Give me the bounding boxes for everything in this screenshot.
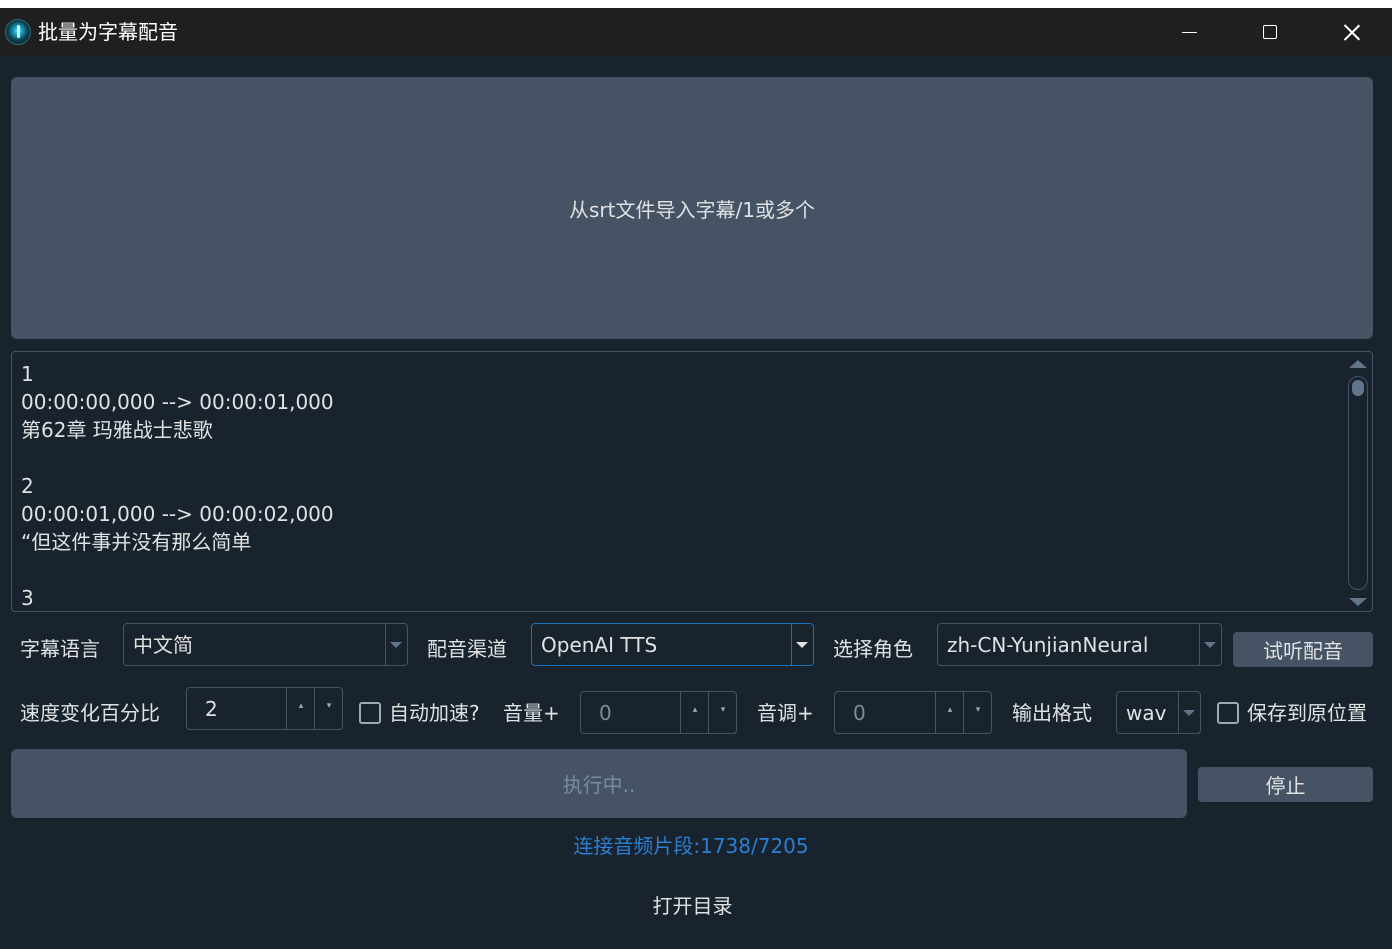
output-format-value: wav xyxy=(1126,701,1167,725)
pitch-spinbox[interactable]: 0 xyxy=(834,691,992,734)
pitch-down-arrow-icon[interactable] xyxy=(963,692,992,733)
subtitle-language-select[interactable]: 中文简 xyxy=(123,623,408,666)
volume-down-arrow-icon[interactable] xyxy=(708,692,737,733)
role-value: zh-CN-YunjianNeural xyxy=(947,633,1149,657)
subtitle-language-label: 字幕语言 xyxy=(20,637,100,661)
status-text: 连接音频片段:1738/7205 xyxy=(573,834,809,858)
title-bar: 批量为字幕配音 xyxy=(0,8,1392,56)
role-select[interactable]: zh-CN-YunjianNeural xyxy=(937,623,1222,666)
tts-channel-select[interactable]: OpenAI TTS xyxy=(531,623,814,666)
srt-text-content: 1 00:00:00,000 --> 00:00:01,000 第62章 玛雅战… xyxy=(21,360,1341,608)
role-label: 选择角色 xyxy=(833,637,913,661)
maximize-icon xyxy=(1263,25,1277,39)
output-format-label: 输出格式 xyxy=(1012,701,1092,725)
volume-label: 音量+ xyxy=(503,701,560,725)
open-directory-link[interactable]: 打开目录 xyxy=(0,892,1385,920)
app-window: 批量为字幕配音 从srt文件导入字幕/1或多个 1 00:00:00,000 -… xyxy=(0,8,1392,949)
scroll-track[interactable] xyxy=(1348,376,1368,590)
srt-line: 1 xyxy=(21,362,34,386)
save-original-checkbox[interactable] xyxy=(1217,702,1239,724)
minimize-icon xyxy=(1181,31,1197,33)
srt-line: 3 xyxy=(21,586,34,608)
chevron-down-icon[interactable] xyxy=(791,624,813,665)
stop-button[interactable]: 停止 xyxy=(1198,767,1373,802)
scroll-up-arrow-icon[interactable] xyxy=(1349,360,1367,368)
tts-channel-value: OpenAI TTS xyxy=(541,633,658,657)
minimize-button[interactable] xyxy=(1166,16,1212,48)
save-original-label: 保存到原位置 xyxy=(1247,701,1367,725)
app-logo-icon xyxy=(5,19,31,45)
close-button[interactable] xyxy=(1328,16,1374,48)
auto-speed-label: 自动加速? xyxy=(389,701,480,725)
speed-down-arrow-icon[interactable] xyxy=(314,688,343,729)
speed-change-label: 速度变化百分比 xyxy=(20,701,160,725)
maximize-button[interactable] xyxy=(1247,16,1293,48)
srt-line xyxy=(21,556,1341,584)
volume-up-arrow-icon[interactable] xyxy=(680,692,709,733)
scroll-down-arrow-icon[interactable] xyxy=(1349,598,1367,606)
volume-value: 0 xyxy=(599,701,612,725)
execute-button[interactable]: 执行中.. xyxy=(11,749,1187,818)
srt-line: 第62章 玛雅战士悲歌 xyxy=(21,418,213,442)
chevron-down-icon[interactable] xyxy=(385,624,407,665)
speed-value: 2 xyxy=(205,697,218,721)
srt-line: “但这件事并没有那么简单 xyxy=(21,530,252,554)
pitch-label: 音调+ xyxy=(757,701,814,725)
vertical-scrollbar[interactable] xyxy=(1348,360,1368,606)
pitch-value: 0 xyxy=(853,701,866,725)
speed-spinbox[interactable]: 2 xyxy=(186,687,343,730)
preview-dubbing-button[interactable]: 试听配音 xyxy=(1233,632,1373,667)
srt-line: 00:00:01,000 --> 00:00:02,000 xyxy=(21,502,334,526)
volume-spinbox[interactable]: 0 xyxy=(580,691,737,734)
scroll-handle[interactable] xyxy=(1352,380,1364,396)
chevron-down-icon[interactable] xyxy=(1199,624,1221,665)
output-format-select[interactable]: wav xyxy=(1116,691,1201,734)
chevron-down-icon[interactable] xyxy=(1178,692,1200,733)
auto-speed-checkbox[interactable] xyxy=(359,702,381,724)
speed-up-arrow-icon[interactable] xyxy=(286,688,315,729)
close-icon xyxy=(1343,24,1360,41)
subtitle-language-value: 中文简 xyxy=(133,633,193,657)
srt-line xyxy=(21,444,1341,472)
tts-channel-label: 配音渠道 xyxy=(427,637,507,661)
srt-text-area[interactable]: 1 00:00:00,000 --> 00:00:01,000 第62章 玛雅战… xyxy=(11,351,1373,612)
pitch-up-arrow-icon[interactable] xyxy=(935,692,964,733)
srt-line: 00:00:00,000 --> 00:00:01,000 xyxy=(21,390,334,414)
srt-line: 2 xyxy=(21,474,34,498)
import-srt-button[interactable]: 从srt文件导入字幕/1或多个 xyxy=(11,77,1373,339)
window-title: 批量为字幕配音 xyxy=(38,20,178,44)
